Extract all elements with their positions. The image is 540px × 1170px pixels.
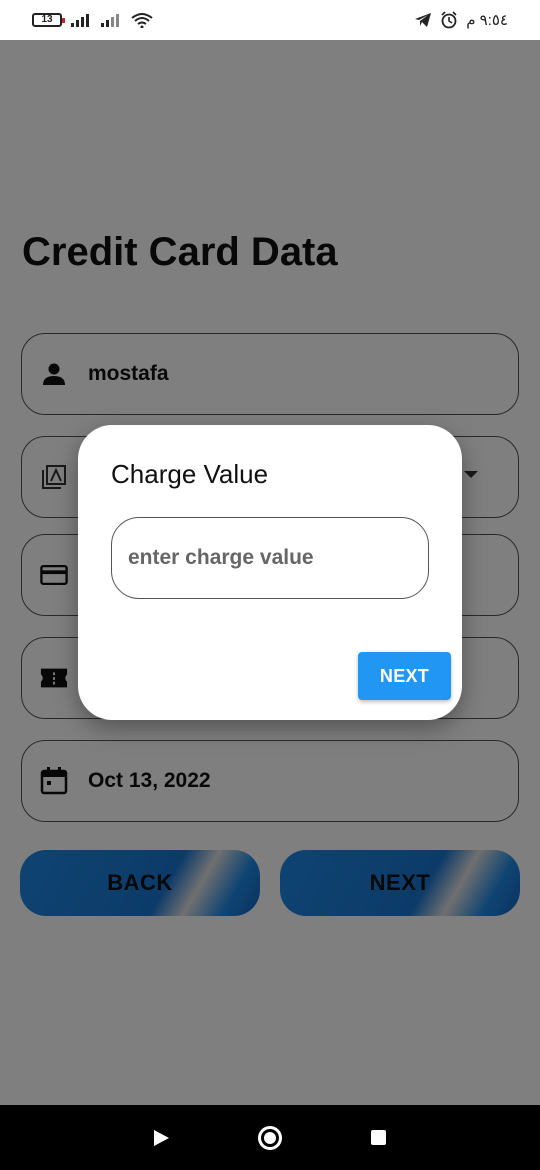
signal-icon-secondary <box>101 14 119 27</box>
clock: ٩:٥٤ م <box>466 12 508 29</box>
nav-back-icon[interactable] <box>154 1129 170 1146</box>
charge-value-dialog: Charge Value NEXT <box>78 425 462 720</box>
nav-home-icon[interactable] <box>257 1125 282 1150</box>
telegram-icon <box>415 13 432 27</box>
charge-value-input[interactable] <box>111 517 429 599</box>
status-bar: 13 ٩:٥٤ م <box>0 0 540 40</box>
dialog-title: Charge Value <box>111 459 269 489</box>
dialog-next-button[interactable]: NEXT <box>358 652 451 700</box>
battery-icon: 13 <box>32 13 65 27</box>
nav-recent-icon[interactable] <box>370 1130 386 1145</box>
alarm-icon <box>441 11 457 29</box>
navigation-bar <box>0 1105 540 1170</box>
signal-icon <box>71 14 89 27</box>
status-left: 13 <box>32 12 154 28</box>
status-right: ٩:٥٤ م <box>414 11 508 29</box>
wifi-icon <box>131 13 153 28</box>
